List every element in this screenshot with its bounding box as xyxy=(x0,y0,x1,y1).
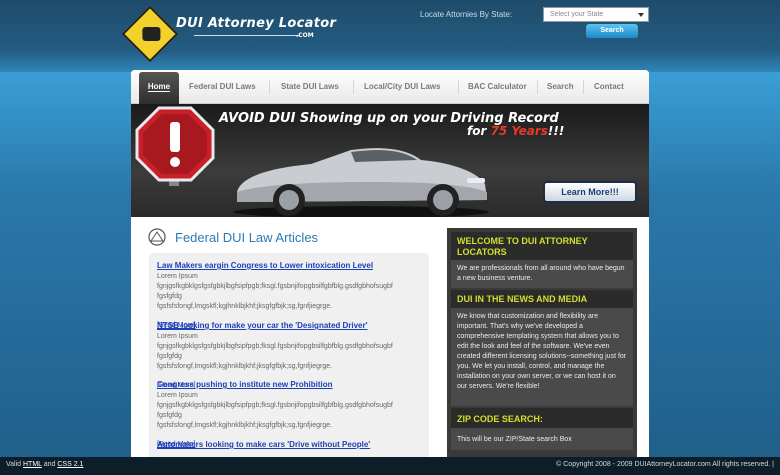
banner-subheadline: for 75 Years!!! xyxy=(467,124,564,138)
article-excerpt: Lorem Ipsum fgnjgsfkgbklgsfgsfgbkjlbgfsi… xyxy=(157,272,429,312)
nav-separator xyxy=(353,80,354,94)
article-excerpt-line: fgnjgsfkgbklgsfgsfgbkjlbgfsipfpgb;fksgl.… xyxy=(157,283,393,290)
main-nav: Home Federal DUI Laws State DUI Laws Loc… xyxy=(131,70,649,104)
article-excerpt-line: fgsfgfdg xyxy=(157,293,182,300)
footer-valid-label: Valid xyxy=(6,461,23,468)
article-title-link[interactable]: Congress pushing to institute new Prohib… xyxy=(157,380,429,389)
banner-sub-suffix: !!! xyxy=(547,124,565,138)
info-sidebar: WELCOME TO DUI ATTORNEY LOCATORS We are … xyxy=(447,228,637,460)
news-heading: DUI IN THE NEWS AND MEDIA xyxy=(451,290,633,309)
nav-separator xyxy=(537,80,538,94)
stop-sign-icon xyxy=(135,106,215,186)
article-excerpt-line: Lorem Ipsum xyxy=(157,392,198,399)
state-select-value: Select your State xyxy=(550,11,604,18)
welcome-heading: WELCOME TO DUI ATTORNEY LOCATORS xyxy=(451,232,633,262)
article-excerpt-line: fgsfsfsfongf,lmgskfl;kgjhnklbjkhf;jksgfg… xyxy=(157,363,333,370)
car-icon xyxy=(142,27,161,41)
copyright-text: © Copyright 2008 - 2009 DUIAttorneyLocat… xyxy=(556,461,774,468)
warning-sign-icon xyxy=(121,5,179,63)
nav-item-local-city-dui-laws[interactable]: Local/City DUI Laws xyxy=(364,82,440,91)
nav-item-state-dui-laws[interactable]: State DUI Laws xyxy=(281,82,339,91)
list-item: Automakers looking to make cars 'Drive w… xyxy=(157,440,429,449)
article-title-link[interactable]: Automakers looking to make cars 'Drive w… xyxy=(157,440,429,449)
nav-item-contact[interactable]: Contact xyxy=(594,82,624,91)
state-select[interactable]: Select your State xyxy=(543,7,649,22)
nav-item-home[interactable]: Home xyxy=(139,72,179,104)
banner-sub-prefix: for xyxy=(467,124,491,138)
article-excerpt-line: fgnjgsfkgbklgsfgsfgbkjlbgfsipfpgb;fksgl.… xyxy=(157,402,393,409)
nav-separator xyxy=(458,80,459,94)
articles-heading: Federal DUI Law Articles xyxy=(175,230,319,245)
article-excerpt-line: fgsfsfsfongf,lmgskfl;kgjhnklbjkhf;jksgfg… xyxy=(157,422,333,429)
article-title-link[interactable]: NTSB looking for make your car the 'Desi… xyxy=(157,321,429,330)
car-image xyxy=(233,148,489,217)
article-title-link[interactable]: Law Makers eargin Congress to Lower into… xyxy=(157,261,429,270)
logo-title: DUI Attorney Locator xyxy=(176,16,337,31)
article-excerpt-line: fgsfgfdg xyxy=(157,412,182,419)
articles-list: Law Makers eargin Congress to Lower into… xyxy=(149,253,429,460)
zip-search-text: This will be our ZIP/State search Box xyxy=(451,428,633,450)
css-validator-link[interactable]: CSS 2.1 xyxy=(57,461,83,468)
nav-item-label: Home xyxy=(147,82,171,92)
search-button[interactable]: Search xyxy=(586,24,638,38)
article-excerpt-line: fgsfgfdg xyxy=(157,353,182,360)
chevron-down-icon xyxy=(638,13,644,17)
article-excerpt-line: Lorem Ipsum xyxy=(157,273,198,280)
nav-item-bac-calculator[interactable]: BAC Calculator xyxy=(468,82,527,91)
welcome-text: We are professionals from all around who… xyxy=(451,260,633,288)
learn-more-button[interactable]: Learn More!!! xyxy=(543,181,637,203)
footer: Valid HTML and CSS 2.1 © Copyright 2008 … xyxy=(0,457,780,475)
article-excerpt: Lorem Ipsum fgnjgsfkgbklgsfgsfgbkjlbgfsi… xyxy=(157,391,429,431)
news-text: We know that customization and flexibili… xyxy=(451,308,633,406)
logo-underline xyxy=(194,35,300,36)
article-excerpt-line: fgnjgsfkgbklgsfgsfgbkjlbgfsipfpgb;fksgl.… xyxy=(157,343,393,350)
nav-separator xyxy=(583,80,584,94)
article-excerpt-line: Lorem Ipsum xyxy=(157,333,198,340)
header-band xyxy=(0,0,780,72)
html-validator-link[interactable]: HTML xyxy=(23,461,42,468)
article-excerpt: Lorem Ipsum fgnjgsfkgbklgsfgsfgbkjlbgfsi… xyxy=(157,332,429,372)
article-excerpt-line: fgsfsfsfongf,lmgskfl;kgjhnklbjkhf;jksgfg… xyxy=(157,303,333,310)
zip-search-heading: ZIP CODE SEARCH: xyxy=(451,408,633,429)
banner-sub-highlight: 75 Years xyxy=(490,124,548,138)
promo-banner: AVOID DUI Showing up on your Driving Rec… xyxy=(131,104,649,217)
site-logo[interactable]: DUI Attorney Locator .COM xyxy=(121,5,336,70)
scales-icon xyxy=(148,228,166,246)
nav-item-search[interactable]: Search xyxy=(547,82,574,91)
nav-item-federal-dui-laws[interactable]: Federal DUI Laws xyxy=(189,82,256,91)
footer-and-label: and xyxy=(41,461,58,468)
nav-separator xyxy=(269,80,270,94)
main-card: Home Federal DUI Laws State DUI Laws Loc… xyxy=(131,70,649,460)
logo-suffix: .COM xyxy=(296,32,314,39)
locate-label: Locate Attornies By State: xyxy=(420,10,513,19)
footer-validation: Valid HTML and CSS 2.1 xyxy=(6,461,83,468)
